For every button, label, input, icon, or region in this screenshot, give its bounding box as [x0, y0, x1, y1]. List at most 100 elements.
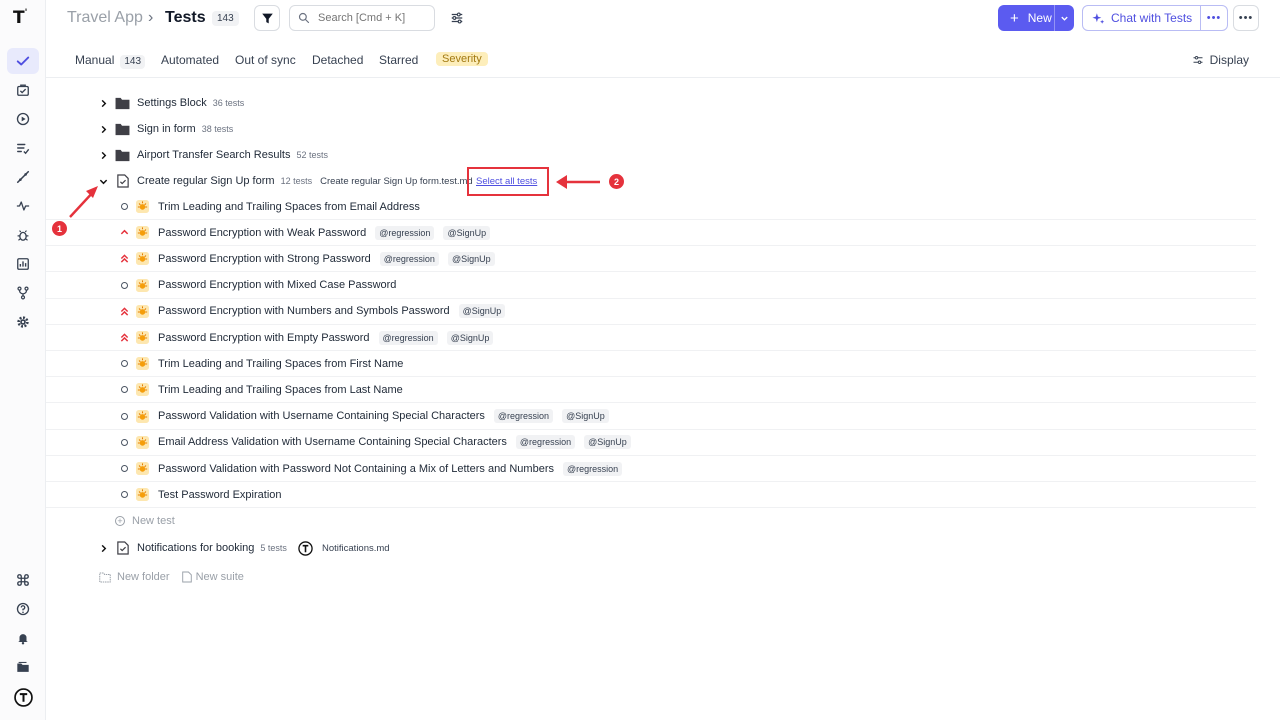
tab-detached[interactable]: Detached	[312, 53, 363, 67]
test-type-icon	[136, 278, 149, 292]
status-circle-icon	[119, 464, 129, 474]
bug-nav-icon[interactable]	[7, 222, 39, 248]
chevron-down-icon[interactable]	[1054, 5, 1074, 31]
test-title-group: Password Encryption with Numbers and Sym…	[158, 304, 506, 319]
suite-file-name: Notifications.md	[322, 542, 390, 554]
tests-count-badge: 143	[212, 11, 239, 26]
new-folder-button[interactable]: New folder	[99, 571, 170, 583]
tab-manual-count: 143	[120, 55, 146, 69]
app-logo[interactable]: T'	[13, 8, 33, 28]
folder-row[interactable]: Airport Transfer Search Results 52 tests	[46, 142, 1256, 168]
test-tag[interactable]: @regression	[379, 251, 439, 266]
test-tag[interactable]: @regression	[562, 461, 623, 476]
display-button[interactable]: Display	[1192, 53, 1249, 67]
more-options-icon[interactable]: •••	[1233, 5, 1259, 31]
tab-manual[interactable]: Manual 143	[75, 53, 146, 69]
sliders-icon	[1193, 55, 1203, 65]
search-input[interactable]	[318, 12, 428, 24]
test-title-group: Password Encryption with Weak Password @r…	[158, 225, 491, 240]
help-icon[interactable]	[7, 596, 39, 622]
display-label: Display	[1209, 53, 1249, 67]
suite-count: 5 tests	[260, 543, 287, 553]
command-icon[interactable]	[7, 567, 39, 593]
branches-nav-icon[interactable]	[7, 280, 39, 306]
folder-icon	[115, 97, 130, 109]
test-row[interactable]: Trim Leading and Trailing Spaces from Em…	[46, 194, 1256, 220]
chat-with-tests-button[interactable]: Chat with Tests •••	[1082, 5, 1228, 31]
test-tag[interactable]: @SignUp	[446, 330, 494, 345]
test-name: Email Address Validation with Username C…	[158, 436, 507, 449]
test-row[interactable]: Password Encryption with Empty Password @…	[46, 325, 1256, 351]
tab-severity[interactable]: Severity	[436, 52, 488, 66]
settings-nav-icon[interactable]	[7, 309, 39, 335]
test-name: Password Encryption with Mixed Case Pass…	[158, 279, 397, 292]
view-settings-button[interactable]	[447, 8, 467, 28]
test-name: Password Encryption with Strong Password	[158, 252, 371, 265]
plans-nav-icon[interactable]	[7, 77, 39, 103]
chevron-right-icon[interactable]	[97, 149, 109, 161]
test-tag[interactable]: @regression	[375, 225, 435, 240]
annotation-badge-2: 2	[609, 174, 624, 189]
search-icon	[298, 12, 310, 24]
folder-row[interactable]: Settings Block 36 tests	[46, 90, 1256, 116]
new-test-row[interactable]: + New test	[46, 508, 1256, 534]
tests-nav-icon[interactable]	[7, 48, 39, 74]
test-name: Trim Leading and Trailing Spaces from Fi…	[158, 357, 404, 370]
notifications-bell-icon[interactable]	[7, 625, 39, 651]
steps-nav-icon[interactable]	[7, 164, 39, 190]
test-row[interactable]: Password Encryption with Mixed Case Pass…	[46, 273, 1256, 299]
pulse-nav-icon[interactable]	[7, 193, 39, 219]
integration-logo-icon	[298, 540, 313, 556]
folder-icon	[115, 149, 130, 161]
test-tag[interactable]: @regression	[493, 409, 554, 424]
status-circle-icon	[119, 437, 129, 447]
test-tag[interactable]: @regression	[378, 330, 438, 345]
analytics-nav-icon[interactable]	[7, 251, 39, 277]
test-tag[interactable]: @SignUp	[584, 435, 631, 450]
test-tag[interactable]: @SignUp	[562, 409, 609, 424]
tab-automated[interactable]: Automated	[161, 53, 219, 67]
test-row[interactable]: Password Validation with Password Not Co…	[46, 456, 1256, 482]
test-title-group: Trim Leading and Trailing Spaces from Fi…	[158, 358, 403, 370]
status-circle-icon	[119, 280, 129, 290]
chevron-right-icon[interactable]	[97, 97, 109, 109]
user-avatar-icon[interactable]	[7, 684, 39, 710]
suite-row[interactable]: Notifications for booking 5 tests Notific…	[46, 535, 1256, 561]
test-name: Trim Leading and Trailing Spaces from Em…	[158, 200, 420, 213]
test-row[interactable]: Password Encryption with Numbers and Sym…	[46, 299, 1256, 325]
test-title-group: Password Encryption with Empty Password @…	[158, 330, 494, 345]
search-box[interactable]	[289, 5, 435, 31]
test-tag[interactable]: @SignUp	[443, 225, 491, 240]
folder-row[interactable]: Sign in form 38 tests	[46, 116, 1256, 142]
chevron-right-icon[interactable]	[97, 123, 109, 135]
tab-starred[interactable]: Starred	[379, 53, 418, 67]
projects-folder-icon[interactable]	[7, 654, 39, 680]
test-row[interactable]: Password Encryption with Strong Password…	[46, 246, 1256, 273]
test-row[interactable]: Email Address Validation with Username C…	[46, 430, 1256, 456]
test-row[interactable]: Trim Leading and Trailing Spaces from Fi…	[46, 351, 1256, 378]
test-row[interactable]: Test Password Expiration	[46, 482, 1256, 509]
chevron-right-icon[interactable]	[97, 542, 109, 554]
new-suite-button[interactable]: New suite	[181, 571, 244, 583]
filter-button[interactable]	[254, 5, 280, 31]
new-test-button[interactable]: + New test	[115, 515, 175, 527]
chevron-down-icon[interactable]	[97, 175, 109, 187]
chat-more-icon[interactable]: •••	[1200, 6, 1227, 30]
test-row[interactable]: Trim Leading and Trailing Spaces from La…	[46, 377, 1256, 404]
suite-name: Create regular Sign Up form	[137, 175, 275, 187]
new-folder-icon	[99, 572, 111, 582]
checklist-nav-icon[interactable]	[7, 135, 39, 161]
suite-row[interactable]: Create regular Sign Up form 12 tests Creat…	[46, 167, 1256, 196]
test-tag[interactable]: @regression	[515, 435, 576, 450]
sparkle-icon	[1092, 12, 1105, 24]
folder-icon	[115, 123, 130, 135]
runs-nav-icon[interactable]	[7, 106, 39, 132]
test-tag[interactable]: @SignUp	[458, 304, 506, 319]
new-button[interactable]: + New	[998, 5, 1074, 31]
breadcrumb-project[interactable]: Travel App	[67, 9, 143, 27]
test-row[interactable]: Password Validation with Username Contai…	[46, 404, 1256, 430]
test-row[interactable]: Password Encryption with Weak Password @r…	[46, 220, 1256, 247]
test-tag[interactable]: @SignUp	[447, 251, 495, 266]
test-name: Password Encryption with Numbers and Sym…	[158, 305, 450, 318]
tab-out-of-sync[interactable]: Out of sync	[235, 53, 296, 67]
